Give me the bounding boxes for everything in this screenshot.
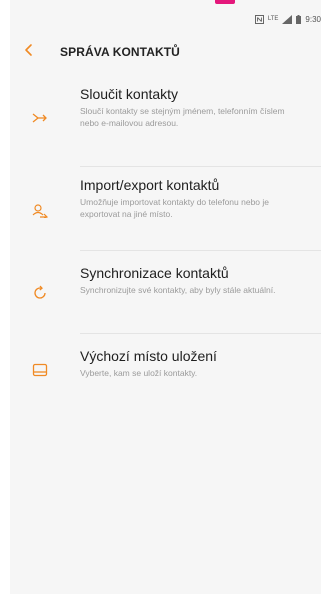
battery-icon [296,14,302,24]
import-export-icon [32,203,48,219]
header: SPRÁVA KONTAKTŮ [10,40,321,64]
item-title: Výchozí místo uložení [80,348,217,364]
item-description: Umožňuje importovat kontakty do telefonu… [80,197,270,219]
item-title: Sloučit kontakty [80,86,179,102]
page-title: SPRÁVA KONTAKTŮ [60,45,180,59]
merge-icon [32,110,48,126]
item-description: Vyberte, kam se uloží kontakty. [80,368,198,378]
storage-icon [32,362,48,378]
contacts-management-screen: LTE 9:30 SPRÁVA KONTAKTŮ Sloučit kontakt… [10,0,321,594]
status-bar: LTE 9:30 [10,12,321,26]
default-storage-text: Výchozí místo uložení Vyberte, kam se ul… [80,348,302,394]
list-item-default-storage[interactable]: Výchozí místo uložení Vyberte, kam se ul… [10,334,321,394]
item-title: Import/export kontaktů [80,177,220,193]
back-button[interactable] [24,40,54,64]
status-time: 9:30 [305,14,321,24]
back-arrow-icon [24,43,34,62]
sync-icon [32,285,48,301]
network-type-label: LTE [267,16,279,22]
nfc-icon [254,14,264,24]
list-item-merge-contacts[interactable]: Sloučit kontakty Sloučí kontakty se stej… [10,86,321,166]
list-item-import-export[interactable]: Import/export kontaktů Umožňuje importov… [10,167,321,250]
item-description: Sloučí kontakty se stejným jménem, telef… [80,106,285,128]
sync-contacts-text: Synchronizace kontaktů Synchronizujte sv… [80,265,302,333]
signal-icon [282,14,293,24]
item-title: Synchronizace kontaktů [80,265,229,281]
item-description: Synchronizujte své kontakty, aby byly st… [80,285,276,295]
top-indicator [215,0,235,4]
list-item-sync-contacts[interactable]: Synchronizace kontaktů Synchronizujte sv… [10,251,321,333]
import-export-text: Import/export kontaktů Umožňuje importov… [80,177,302,250]
merge-contacts-text: Sloučit kontakty Sloučí kontakty se stej… [80,86,302,166]
settings-list: Sloučit kontakty Sloučí kontakty se stej… [10,86,321,394]
